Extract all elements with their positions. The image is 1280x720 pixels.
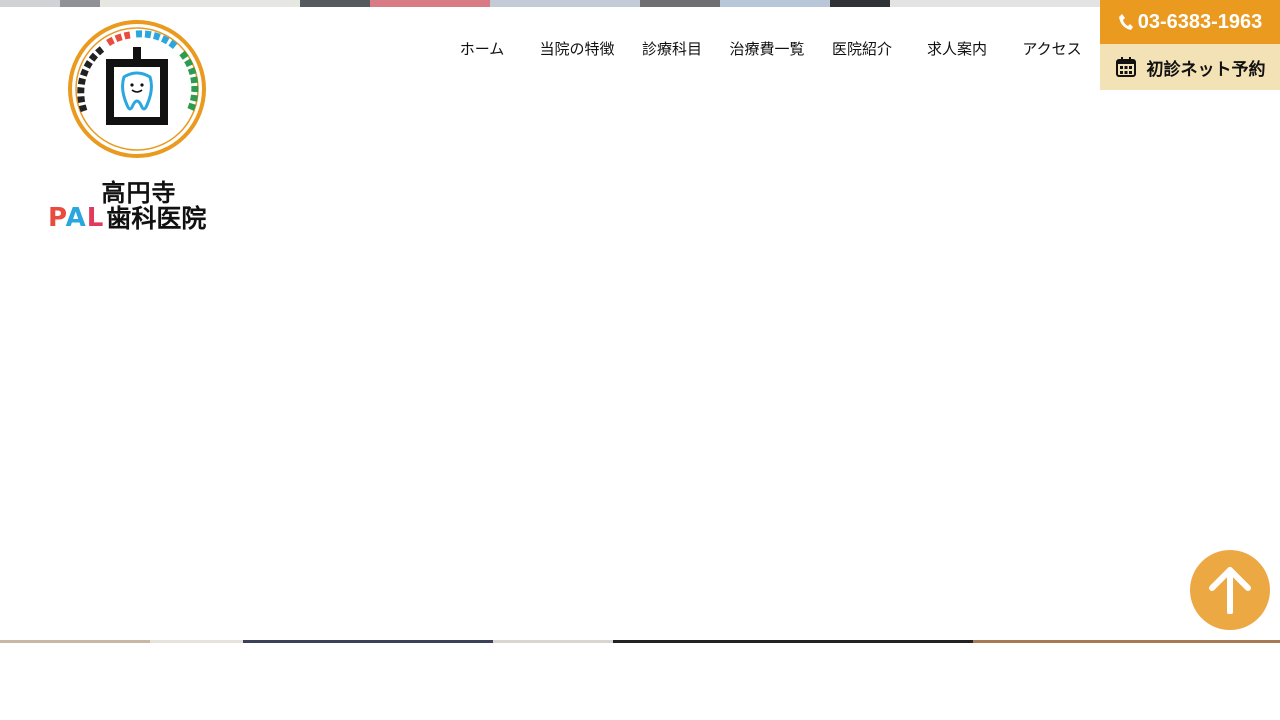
nav-item-home[interactable]: ホーム (446, 38, 518, 59)
clinic-emblem (68, 20, 206, 158)
calendar-icon (1115, 57, 1136, 77)
hero-slideshow-top-edge (0, 0, 1100, 7)
section-image-edge (0, 640, 1280, 643)
nav-item-features[interactable]: 当院の特徴 (518, 38, 636, 59)
phone-button[interactable]: 03-6383-1963 (1100, 0, 1280, 44)
arrow-up-icon (1209, 567, 1251, 614)
site-header: 高円寺 PAL 歯科医院 ホーム 当院の特徴 診療科目 治療費一覧 医院紹介 求… (0, 7, 1100, 640)
global-nav: ホーム 当院の特徴 診療科目 治療費一覧 医院紹介 求人案内 アクセス (446, 37, 1088, 59)
phone-number: 03-6383-1963 (1137, 10, 1263, 33)
nav-item-treatments[interactable]: 診療科目 (636, 38, 708, 59)
phone-icon (1118, 14, 1133, 30)
reserve-button[interactable]: 初診ネット予約 (1100, 44, 1280, 90)
clinic-name-pal: PAL (48, 203, 105, 233)
nav-item-about[interactable]: 医院紹介 (826, 38, 898, 59)
nav-item-fees[interactable]: 治療費一覧 (708, 38, 826, 59)
reserve-label: 初診ネット予約 (1146, 59, 1266, 80)
clinic-name-suffix: 歯科医院 (106, 203, 207, 233)
nav-item-recruit[interactable]: 求人案内 (898, 38, 1016, 59)
clinic-name: PAL 歯科医院 (48, 205, 234, 231)
clinic-logo[interactable]: 高円寺 PAL 歯科医院 (44, 19, 234, 241)
nav-item-access[interactable]: アクセス (1016, 38, 1088, 59)
page-top-button[interactable] (1190, 550, 1270, 630)
